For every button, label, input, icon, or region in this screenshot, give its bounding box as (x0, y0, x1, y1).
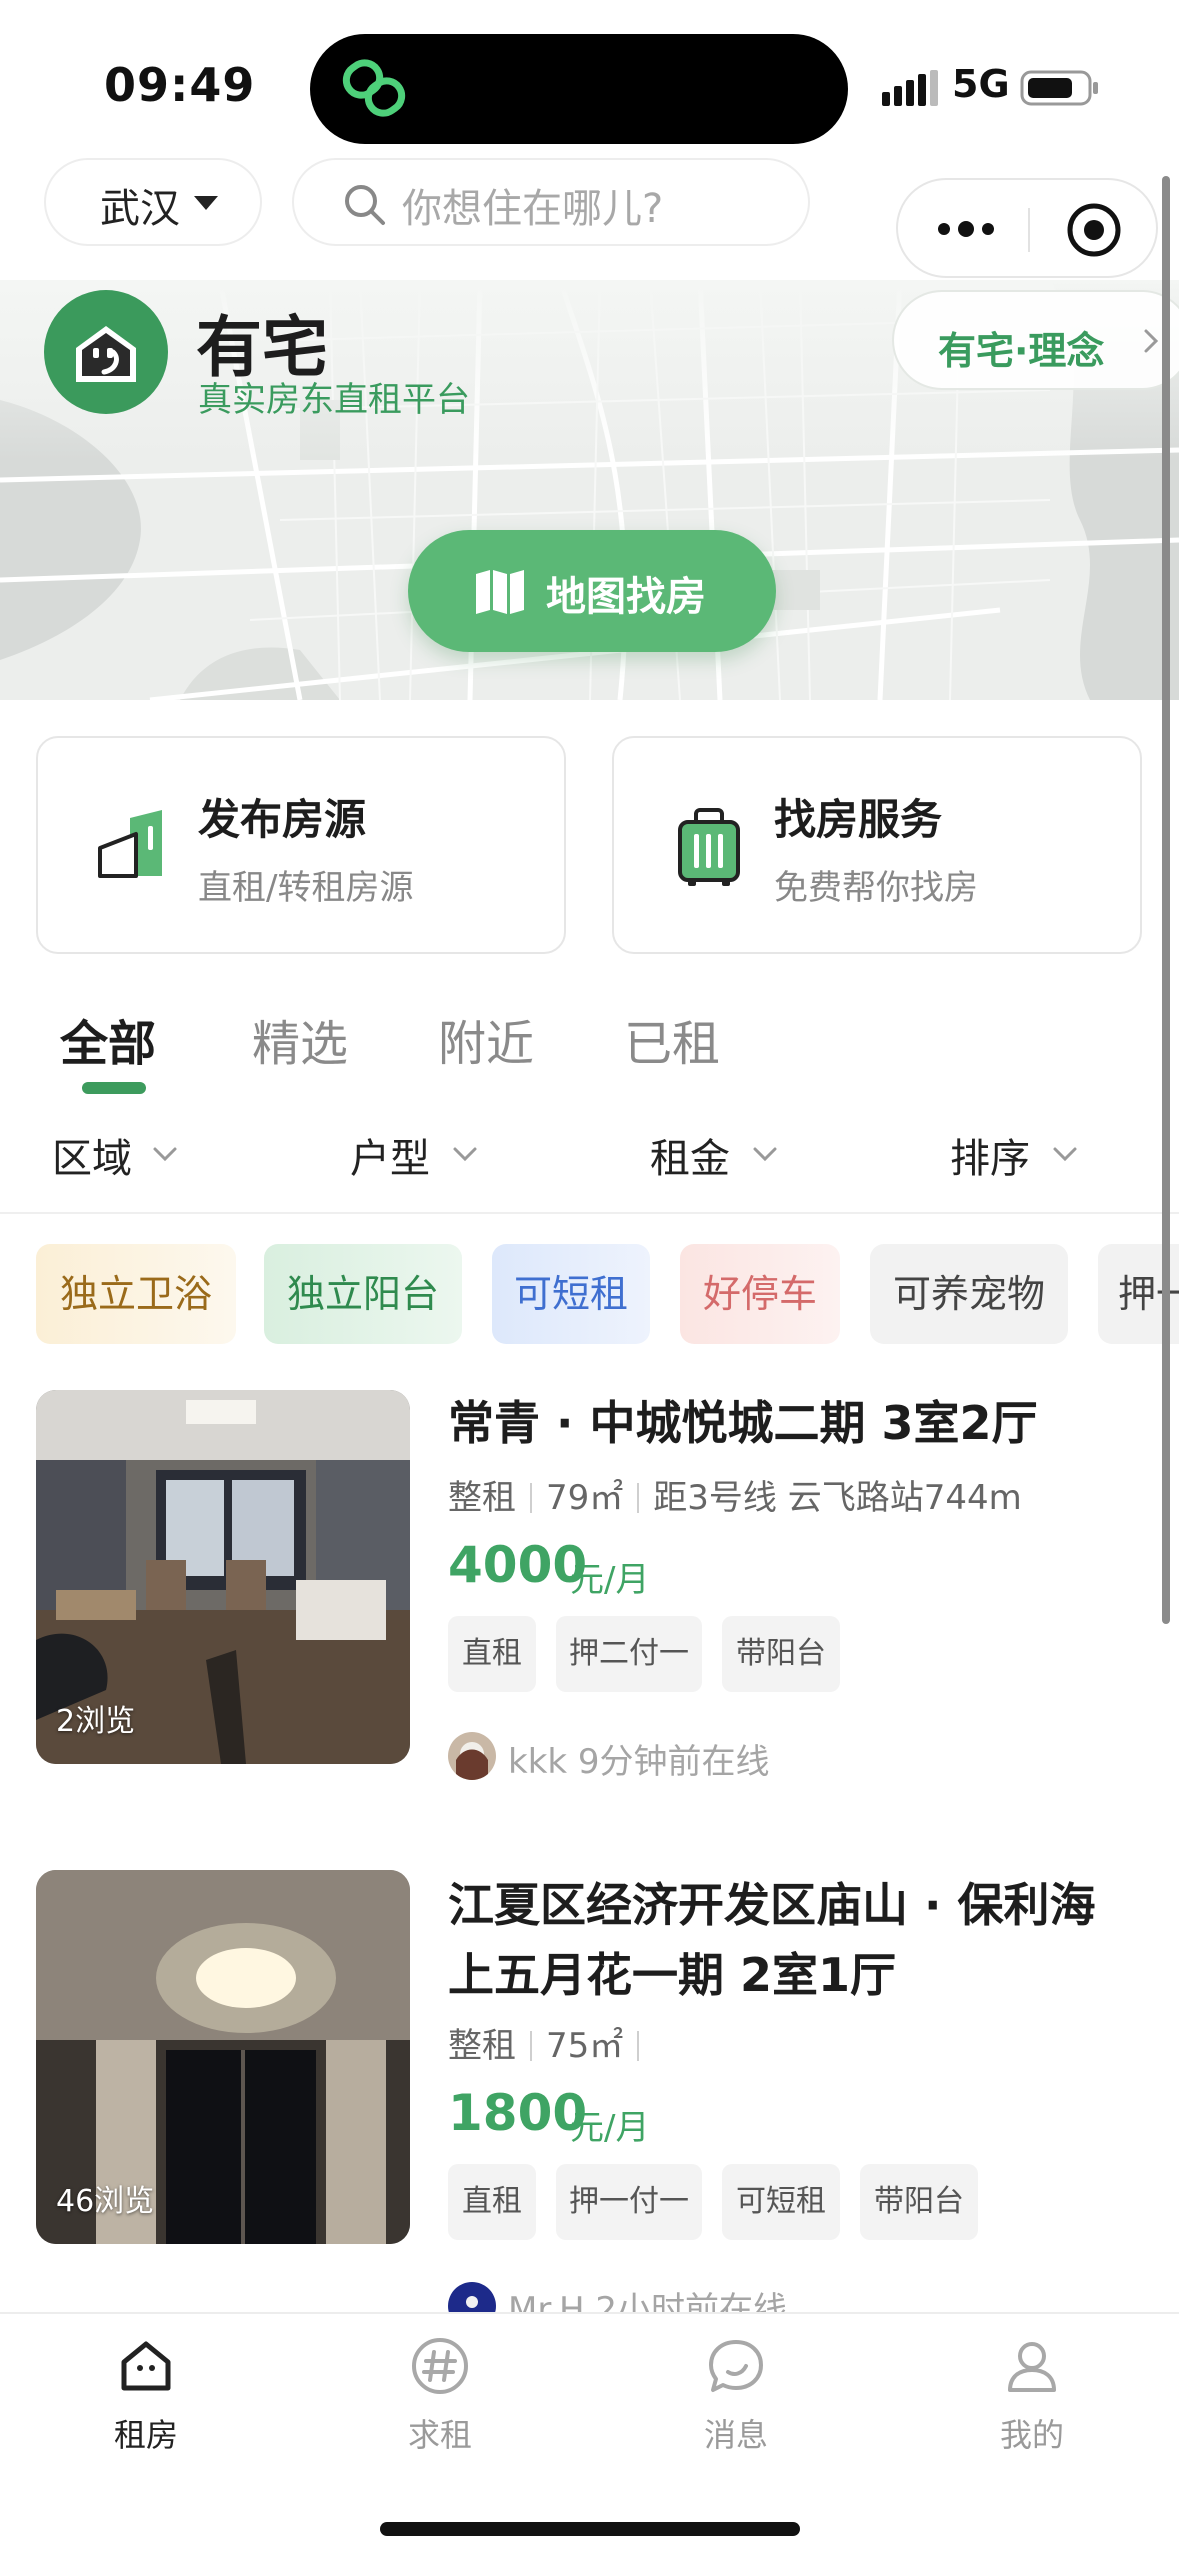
filter-sort[interactable]: 排序 (950, 1126, 1030, 1184)
tabbar-rent[interactable]: 租房 (46, 2314, 246, 2484)
publish-listing-subtitle: 直租/转租房源 (198, 868, 414, 908)
signal-icon (882, 70, 938, 106)
search-placeholder: 你想住在哪儿? (402, 186, 664, 232)
page-scrollbar[interactable] (1162, 176, 1170, 1624)
price-unit: 元/月 (570, 1560, 650, 1600)
chevron-down-icon (453, 1147, 477, 1162)
listing-tag: 押二付一 (556, 1616, 702, 1692)
battery-icon (1020, 70, 1098, 106)
chip-pets-allowed[interactable]: 可养宠物 (870, 1244, 1068, 1344)
filter-rent[interactable]: 租金 (650, 1126, 730, 1184)
rent-type: 整租 (448, 1478, 516, 1518)
city-selector[interactable]: 武汉 (44, 158, 262, 246)
chevron-down-icon (753, 1147, 777, 1162)
listing-price: 4000 (448, 1536, 588, 1594)
miniprogram-capsule (896, 178, 1158, 278)
more-icon[interactable] (934, 214, 998, 244)
listing-price: 1800 (448, 2084, 588, 2142)
status-time: 09:49 (104, 58, 256, 112)
tab-rented[interactable]: 已租 (624, 1004, 720, 1074)
user-icon (1008, 2342, 1056, 2392)
bottom-tab-bar: 租房 求租 消息 我的 (0, 2312, 1179, 2556)
chevron-down-icon (153, 1147, 177, 1162)
link-app-icon (342, 59, 406, 117)
hashtag-icon (412, 2338, 468, 2394)
chevron-down-icon (1053, 1147, 1077, 1162)
chip-short-term[interactable]: 可短租 (492, 1244, 650, 1344)
publish-listing-card[interactable]: 发布房源 直租/转租房源 (36, 736, 566, 954)
view-count: 46浏览 (56, 2184, 155, 2219)
listing-meta: 整租 75㎡ (448, 2018, 653, 2067)
listing-tag: 直租 (448, 2164, 536, 2240)
dynamic-island (310, 34, 848, 144)
view-count: 2浏览 (56, 1704, 136, 1739)
brand-logo (44, 290, 168, 414)
listing-tag: 带阳台 (722, 1616, 840, 1692)
close-target-icon[interactable] (1064, 200, 1124, 260)
tabbar-request-label: 求租 (407, 2416, 472, 2454)
search-icon (345, 185, 385, 225)
brand-tagline: 真实房东直租平台 (198, 380, 470, 420)
listing-tag: 带阳台 (860, 2164, 978, 2240)
listing-photo[interactable]: 2浏览 (36, 1390, 410, 1764)
home-icon (121, 2341, 171, 2391)
listing-meta: 整租 79㎡ 距3号线 云飞路站744m (448, 1470, 1022, 1519)
listing-title[interactable]: 江夏区经济开发区庙山 · 保利海 上五月花一期 2室1厅 (448, 1870, 1148, 2010)
listing-title-line1: 江夏区经济开发区庙山 · 保利海 (448, 1878, 1096, 1932)
hero-banner: 有宅 真实房东直租平台 有宅·理念 地图找房 (0, 280, 1179, 700)
house-finding-subtitle: 免费帮你找房 (774, 868, 978, 908)
house-face-icon (76, 326, 136, 382)
area: 75㎡ (546, 2026, 624, 2066)
tabbar-messages[interactable]: 消息 (636, 2314, 836, 2484)
home-indicator (380, 2522, 800, 2536)
caret-down-icon (194, 196, 218, 210)
listing-tag: 直租 (448, 1616, 536, 1692)
tab-all[interactable]: 全部 (60, 1004, 156, 1074)
luggage-icon (678, 808, 740, 886)
avatar (448, 1732, 496, 1780)
filter-area[interactable]: 区域 (52, 1126, 132, 1184)
tabbar-messages-label: 消息 (703, 2416, 768, 2454)
tabbar-rent-label: 租房 (113, 2416, 178, 2454)
chat-bubble-icon (709, 2340, 763, 2392)
tab-featured[interactable]: 精选 (252, 1004, 348, 1074)
listing-title[interactable]: 常青 · 中城悦城二期 3室2厅 (448, 1388, 1148, 1458)
capsule-divider (1028, 208, 1030, 252)
tabbar-profile-label: 我的 (999, 2416, 1064, 2454)
chevron-right-icon (1144, 329, 1159, 353)
map-search-label: 地图找房 (546, 574, 706, 620)
chip-private-balcony[interactable]: 独立阳台 (264, 1244, 462, 1344)
network-type: 5G (952, 62, 1010, 106)
filter-layout[interactable]: 户型 (350, 1126, 430, 1184)
publish-listing-title: 发布房源 (198, 795, 367, 844)
tabbar-profile[interactable]: 我的 (932, 2314, 1132, 2484)
owner-status: kkk 9分钟前在线 (508, 1742, 770, 1782)
price-unit: 元/月 (570, 2108, 650, 2148)
chip-private-bathroom[interactable]: 独立卫浴 (36, 1244, 236, 1344)
map-icon (476, 570, 524, 614)
tabbar-request[interactable]: 求租 (340, 2314, 540, 2484)
map-search-button[interactable]: 地图找房 (408, 530, 776, 652)
status-bar: 09:49 5G (0, 0, 1179, 170)
city-label: 武汉 (100, 186, 180, 232)
brand-idea-link[interactable]: 有宅·理念 (892, 290, 1179, 390)
listing-photo[interactable]: 46浏览 (36, 1870, 410, 2244)
house-finding-title: 找房服务 (774, 795, 943, 844)
listing-title-line2: 上五月花一期 2室1厅 (448, 1948, 897, 2002)
distance: 距3号线 云飞路站744m (653, 1478, 1022, 1518)
chip-easy-parking[interactable]: 好停车 (680, 1244, 840, 1344)
listing-tag: 押一付一 (556, 2164, 702, 2240)
brand-idea-label: 有宅·理念 (938, 329, 1105, 373)
house-finding-card[interactable]: 找房服务 免费帮你找房 (612, 736, 1142, 954)
search-input[interactable]: 你想住在哪儿? (292, 158, 810, 246)
tab-active-indicator (82, 1082, 146, 1094)
filter-divider (0, 1212, 1179, 1214)
area: 79㎡ (546, 1478, 624, 1518)
listing-tag: 可短租 (722, 2164, 840, 2240)
rent-type: 整租 (448, 2026, 516, 2066)
tab-nearby[interactable]: 附近 (438, 1004, 534, 1074)
house-upload-icon (98, 810, 162, 878)
